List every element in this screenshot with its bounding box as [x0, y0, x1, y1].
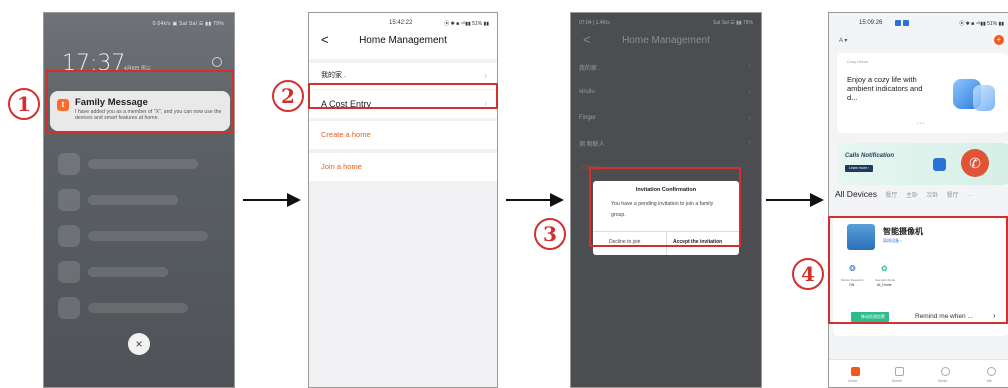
blurred-app-icon — [58, 261, 80, 283]
cozy-header: Cozy Home — [847, 59, 868, 64]
learn-more-button[interactable]: Learn more › — [845, 165, 874, 172]
status-icons: ⦿ ✱ ■ ⁴ᴳ▮▮ 51% ▮▮ — [959, 21, 1004, 27]
blurred-app-icon — [58, 153, 80, 175]
blurred-app-icon — [58, 189, 80, 211]
blurred-row — [88, 159, 198, 169]
me-icon[interactable] — [987, 367, 996, 376]
home-row-label: 我的家 . — [321, 72, 346, 79]
more-tabs-icon[interactable]: ··· — [967, 193, 973, 199]
tab-room[interactable]: 次卧 — [926, 193, 938, 199]
nav-label: Me — [987, 379, 992, 383]
phone-screen-lock-screen: 0.04k/s ▣ Sal Sal ☰ ▮▮ 79% 17:37 4月8日 周三… — [43, 12, 235, 388]
chevron-right-icon: › — [748, 137, 751, 146]
chevron-right-icon: › — [748, 61, 751, 70]
notification-icon — [895, 20, 901, 26]
status-left: 07:04 | 1.4K/s — [579, 20, 610, 26]
chevron-right-icon: › — [748, 113, 751, 122]
smart-icon[interactable] — [941, 367, 950, 376]
tab-room[interactable]: 餐厅 — [947, 193, 959, 199]
calls-notification-banner[interactable]: Calls Notification Learn more › ✆ — [837, 143, 1008, 185]
arrow-right-icon — [506, 193, 564, 207]
tab-all-devices[interactable]: All Devices — [835, 189, 877, 199]
phone-call-icon: ✆ — [961, 149, 989, 177]
status-time: 15:09:26 — [859, 20, 883, 26]
carousel-dots: ••• — [917, 121, 926, 127]
arrow-right-icon — [766, 193, 824, 207]
bottom-nav: Home Scene Smart Me — [829, 359, 1008, 387]
phone-screen-devices: 15:09:26 ⦿ ✱ ■ ⁴ᴳ▮▮ 51% ▮▮ A ▾ + Cozy Ho… — [828, 12, 1008, 388]
tab-room[interactable]: 餐厅 — [885, 193, 897, 199]
page-title: Home Management — [359, 35, 447, 46]
close-icon[interactable]: × — [128, 333, 150, 355]
home-icon[interactable] — [851, 367, 860, 376]
gear-icon — [212, 57, 222, 67]
create-home-link[interactable]: Create a home — [309, 121, 497, 149]
highlight-box-cost-entry — [308, 83, 498, 109]
blurred-row — [88, 195, 178, 205]
camera-icon — [933, 158, 946, 171]
home-selector[interactable]: A ▾ — [839, 37, 847, 44]
step-number-1: 1 — [8, 88, 40, 120]
cozy-text: Enjoy a cozy life with ambient indicator… — [847, 75, 923, 102]
blurred-app-icon — [58, 297, 80, 319]
tab-room[interactable]: 主卧 — [906, 193, 918, 199]
cube-illustration-icon — [973, 85, 995, 111]
notification-icon — [903, 20, 909, 26]
step-number-2: 2 — [272, 80, 304, 112]
cozy-home-card[interactable]: Cozy Home Enjoy a cozy life with ambient… — [837, 53, 1008, 133]
highlight-box-notification — [46, 70, 234, 133]
highlight-box-dialog — [589, 167, 741, 247]
calls-title: Calls Notification — [845, 153, 895, 159]
home-row[interactable]: 测 物联人 — [579, 139, 605, 148]
arrow-right-icon — [243, 193, 301, 207]
page-title: Home Management — [622, 35, 710, 46]
blurred-app-icon — [58, 225, 80, 247]
home-row[interactable]: Finger — [579, 115, 596, 121]
join-home-link[interactable]: Join a home — [309, 153, 497, 181]
step-number-4: 4 — [792, 258, 824, 290]
blurred-row — [88, 267, 168, 277]
room-tabs: All Devices 餐厅 主卧 次卧 餐厅 ··· — [835, 189, 973, 199]
nav-label: Smart — [938, 379, 948, 383]
status-right: Sal Sal ☰ ▮▮ 79% — [712, 20, 753, 26]
home-row[interactable]: 我的家 . — [579, 63, 600, 72]
scene-icon[interactable] — [895, 367, 904, 376]
blurred-row — [88, 231, 208, 241]
status-icons: ⦿ ✱ ■ ⁴ᴳ▮▮ 51% ▮▮ — [444, 21, 489, 27]
add-icon[interactable]: + — [994, 35, 1004, 45]
status-bar: 0.04k/s ▣ Sal Sal ☰ ▮▮ 79% — [152, 21, 224, 27]
status-time: 15:42:22 — [389, 20, 413, 26]
chevron-right-icon: › — [748, 87, 751, 96]
phone-screen-home-management: 15:42:22 ⦿ ✱ ■ ⁴ᴳ▮▮ 51% ▮▮ < Home Manage… — [308, 12, 498, 388]
blurred-row — [88, 303, 188, 313]
nav-label: Home — [848, 379, 858, 383]
highlight-box-device — [828, 216, 1008, 324]
step-number-3: 3 — [534, 218, 566, 250]
nav-label: Scene — [892, 379, 902, 383]
home-row[interactable]: xiruilu — [579, 89, 595, 95]
